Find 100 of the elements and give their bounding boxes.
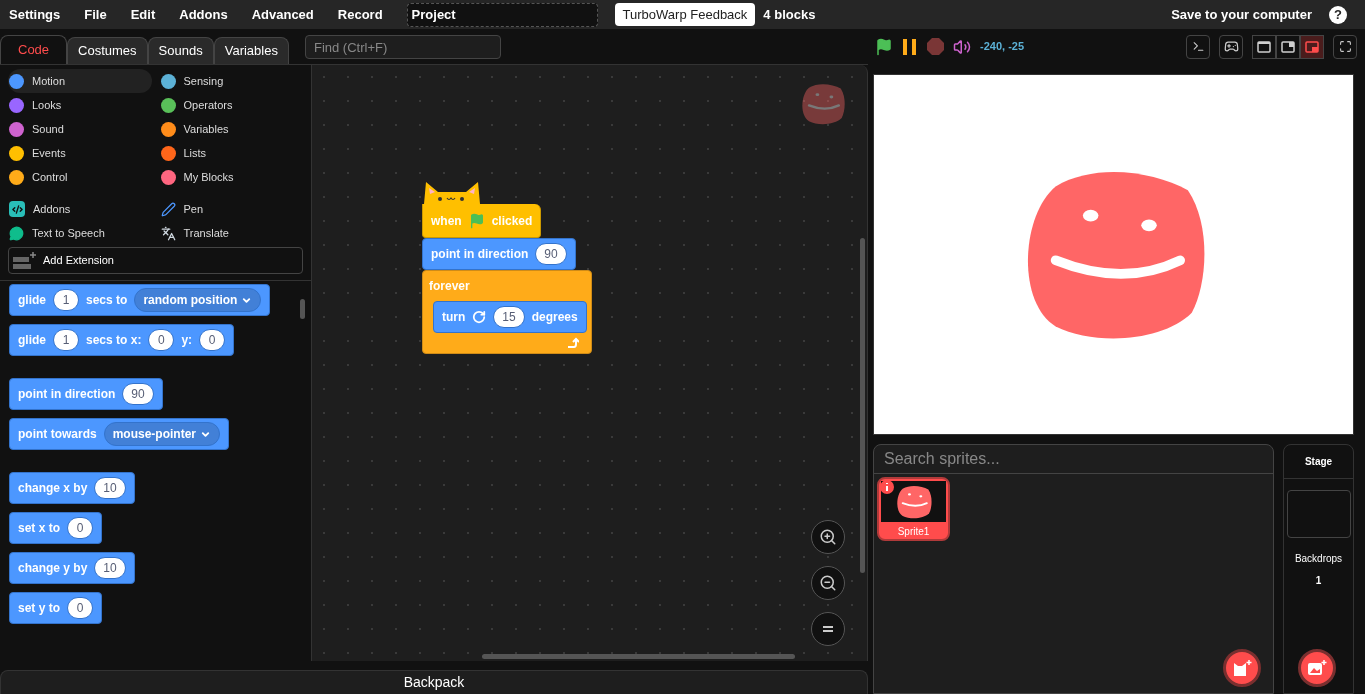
extension-item[interactable]: Addons: [8, 197, 152, 221]
flag-icon: [468, 212, 485, 229]
fullscreen-button[interactable]: [1333, 34, 1357, 59]
block-label: set x to: [18, 520, 60, 537]
motion-block[interactable]: point in direction 90: [9, 378, 163, 410]
number-input[interactable]: 1: [53, 329, 79, 351]
backdrop-thumbnail[interactable]: [1286, 490, 1351, 538]
menu-item[interactable]: File: [84, 4, 107, 25]
editor-tab[interactable]: Code: [0, 35, 68, 64]
stage-size-button[interactable]: [1252, 34, 1276, 59]
category-item[interactable]: Sensing: [159, 69, 303, 93]
forever-block[interactable]: forever turn 15 degrees: [422, 270, 592, 354]
reset-zoom-button[interactable]: [811, 612, 845, 646]
number-input[interactable]: 15: [493, 306, 525, 328]
motion-block[interactable]: set x to 0: [9, 512, 102, 544]
sprite-search-field[interactable]: Search sprites...: [874, 445, 1273, 474]
mouse-coordinates: -240, -25: [980, 39, 1025, 55]
block-label: forever: [429, 278, 470, 295]
add-extension-button[interactable]: Add Extension: [8, 247, 303, 274]
dropdown-input[interactable]: mouse-pointer: [103, 422, 220, 446]
console-button[interactable]: [1186, 34, 1210, 59]
extension-item[interactable]: Translate: [159, 221, 303, 245]
category-item[interactable]: Control: [8, 165, 152, 189]
number-input[interactable]: 0: [67, 597, 93, 619]
menu-item[interactable]: Advanced: [251, 4, 314, 25]
scrollbar-thumb[interactable]: [300, 299, 305, 319]
large-stage-icon: [1281, 40, 1295, 53]
category-item[interactable]: Events: [8, 141, 152, 165]
number-input[interactable]: 90: [122, 383, 154, 405]
number-input[interactable]: 10: [94, 557, 126, 579]
zoom-in-button[interactable]: [811, 520, 845, 554]
number-input[interactable]: 0: [67, 517, 93, 539]
scrollbar-thumb[interactable]: [860, 238, 865, 573]
backpack-bar[interactable]: Backpack: [0, 670, 868, 694]
category-item[interactable]: Operators: [159, 93, 303, 117]
stage-size-button[interactable]: [1300, 34, 1324, 59]
motion-block[interactable]: change y by 10: [9, 552, 135, 584]
pen-icon: [160, 201, 176, 217]
add-backdrop-button[interactable]: [1298, 649, 1336, 687]
category-item[interactable]: Variables: [159, 117, 303, 141]
category-item[interactable]: Motion: [8, 69, 152, 93]
block-label: change x by: [18, 480, 88, 497]
menu-item[interactable]: Record: [337, 4, 383, 25]
motion-block[interactable]: glide 1 secs to random position: [9, 284, 271, 316]
small-stage-icon: [1257, 40, 1271, 53]
gamepad-button[interactable]: [1219, 34, 1243, 59]
motion-block[interactable]: set y to 0: [9, 592, 102, 624]
sprite-name: Sprite1: [896, 525, 931, 539]
category-item[interactable]: Lists: [159, 141, 303, 165]
editor-tab[interactable]: Variables: [213, 37, 289, 64]
pause-icon[interactable]: [902, 37, 918, 56]
project-title-field[interactable]: Project: [406, 2, 598, 27]
category-item[interactable]: My Blocks: [159, 165, 303, 189]
zoom-out-icon: [819, 574, 837, 592]
block-label: degrees: [531, 309, 578, 326]
category-item[interactable]: Sound: [8, 117, 152, 141]
block-label: change y by: [18, 560, 88, 577]
number-input[interactable]: 0: [148, 329, 175, 351]
scrollbar-thumb[interactable]: [482, 654, 795, 659]
save-link[interactable]: Save to your computer: [1171, 4, 1312, 25]
rotate-right-icon: [472, 310, 487, 324]
menu-item[interactable]: Settings: [9, 4, 61, 25]
motion-block[interactable]: glide 1 secs to x: 0 y: 0: [9, 324, 235, 356]
motion-block[interactable]: point in direction 90: [422, 238, 576, 270]
flag-icon[interactable]: [875, 37, 893, 56]
stage-title: Stage: [1284, 445, 1353, 479]
block-label: when: [431, 212, 462, 230]
stage-canvas[interactable]: [873, 74, 1354, 435]
block-count: 4 blocks: [763, 5, 816, 24]
block-label: glide: [18, 292, 46, 309]
extension-item[interactable]: Text to Speech: [8, 221, 152, 245]
feedback-button[interactable]: TurboWarp Feedback: [614, 3, 756, 26]
editor-tab[interactable]: Sounds: [147, 37, 214, 64]
motion-block[interactable]: change x by 10: [9, 472, 135, 504]
menu-item[interactable]: Edit: [130, 4, 156, 25]
fullscreen-icon: [1338, 40, 1352, 53]
menu-item[interactable]: Addons: [179, 4, 228, 25]
stage-size-button[interactable]: [1276, 34, 1300, 59]
dropdown-input[interactable]: random position: [134, 288, 262, 312]
number-input[interactable]: 1: [53, 289, 79, 311]
block-label: point in direction: [431, 246, 529, 263]
number-input[interactable]: 10: [94, 477, 126, 499]
extension-item[interactable]: Pen: [159, 197, 303, 221]
info-icon[interactable]: [880, 480, 894, 494]
motion-block[interactable]: turn 15 degrees: [433, 301, 587, 333]
image-plus-icon: [1307, 659, 1327, 677]
find-field[interactable]: Find (Ctrl+F): [304, 35, 501, 59]
backdrops-count: 1: [1315, 574, 1322, 588]
category-item[interactable]: Looks: [8, 93, 152, 117]
number-input[interactable]: 0: [199, 329, 226, 351]
zoom-in-icon: [819, 528, 837, 546]
cat-ears-drawing: [422, 180, 482, 204]
zoom-out-button[interactable]: [811, 566, 845, 600]
motion-block[interactable]: point towards mouse-pointer: [9, 418, 229, 450]
volume-icon[interactable]: [953, 37, 971, 56]
add-sprite-button[interactable]: [1223, 649, 1261, 687]
help-button[interactable]: ?: [1329, 5, 1347, 24]
editor-tab[interactable]: Costumes: [67, 37, 148, 64]
number-input[interactable]: 90: [535, 243, 567, 265]
code-brackets-icon: [9, 201, 25, 217]
